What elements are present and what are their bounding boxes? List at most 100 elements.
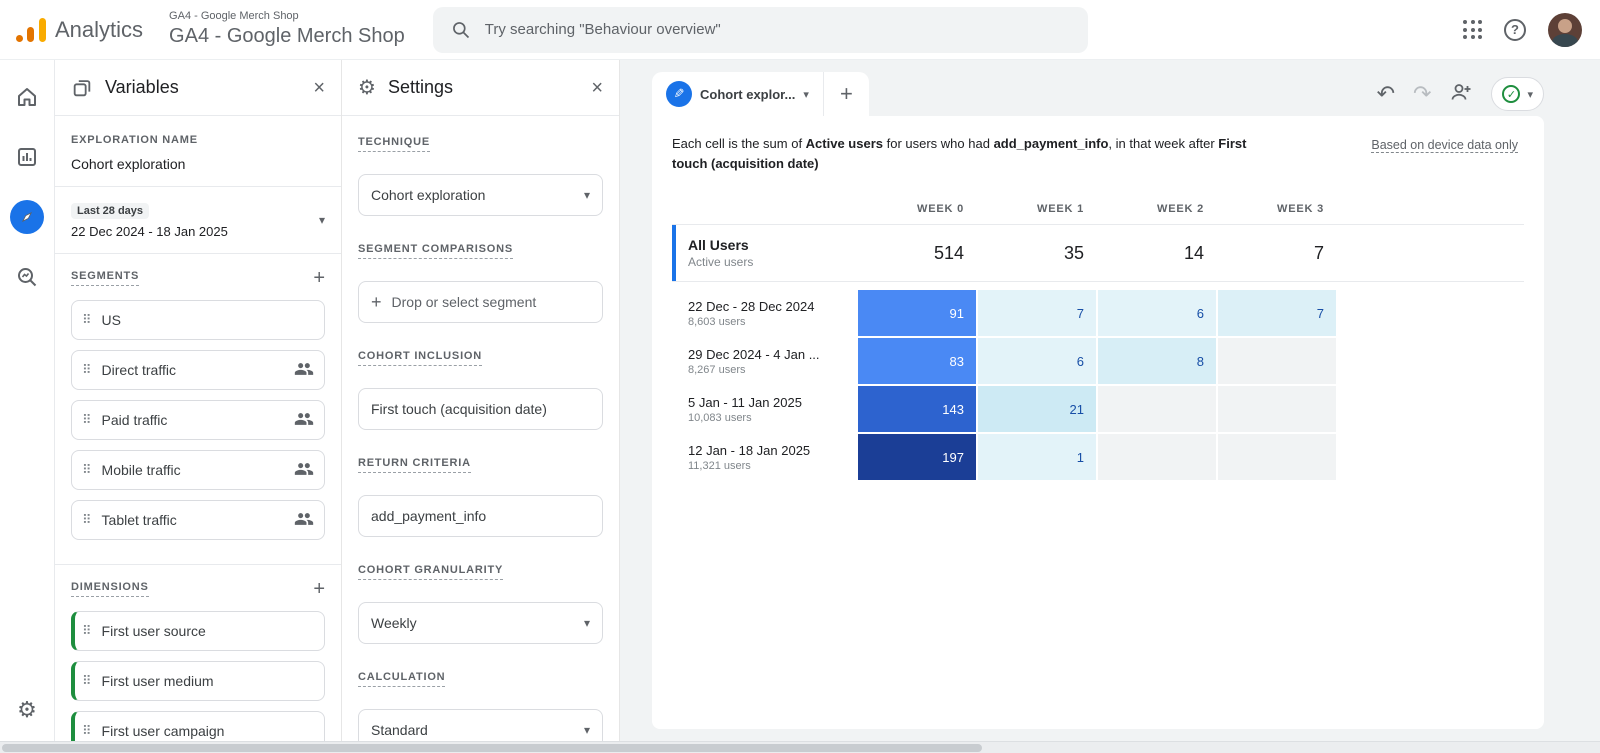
cohort-granularity-select[interactable]: Weekly ▾: [358, 602, 603, 644]
avatar[interactable]: [1548, 12, 1582, 47]
cohort-cell[interactable]: [1098, 386, 1216, 433]
cohort-cell[interactable]: [1218, 386, 1336, 433]
nav-explore[interactable]: [10, 200, 44, 234]
add-tab-button[interactable]: +: [822, 72, 869, 116]
variables-title: Variables: [105, 77, 179, 97]
cohort-cell[interactable]: 21: [978, 386, 1096, 433]
cohort-user-count: 8,603 users: [688, 315, 746, 328]
dimensions-label: DIMENSIONS: [71, 581, 149, 597]
settings-title: Settings: [387, 77, 453, 97]
dimension-chip-first-user-medium[interactable]: ⠿ First user medium: [71, 661, 325, 701]
cohort-cell[interactable]: [1218, 434, 1336, 481]
summary-value: 14: [1183, 242, 1204, 263]
undo-icon[interactable]: ↶: [1377, 81, 1395, 107]
cohort-row: 12 Jan - 18 Jan 2025 11,321 users 197 1: [672, 434, 1524, 481]
cohort-cell[interactable]: 1: [978, 434, 1096, 481]
dimension-chip-first-user-source[interactable]: ⠿ First user source: [71, 611, 325, 651]
add-dimension-button[interactable]: +: [313, 579, 325, 599]
cohort-cell[interactable]: 6: [1098, 290, 1216, 337]
cohort-row: 29 Dec 2024 - 4 Jan ... 8,267 users 83 6 8: [672, 338, 1524, 385]
status-dropdown[interactable]: ✓ ▾: [1491, 77, 1544, 111]
cohort-user-count: 10,083 users: [688, 411, 752, 424]
cohort-cell[interactable]: [1218, 338, 1336, 385]
chevron-down-icon: ▾: [803, 88, 809, 101]
return-criteria-select[interactable]: add_payment_info: [358, 495, 603, 537]
segment-label: Direct traffic: [101, 362, 176, 378]
segment-chip-direct-traffic[interactable]: ⠿ Direct traffic: [71, 350, 325, 390]
segment-chip-tablet-traffic[interactable]: ⠿ Tablet traffic: [71, 500, 325, 540]
drag-handle-icon[interactable]: ⠿: [82, 462, 92, 478]
date-range-selector[interactable]: Last 28 days 22 Dec 2024 - 18 Jan 2025 ▾: [55, 187, 341, 254]
nav-home[interactable]: [10, 80, 44, 114]
share-users-icon[interactable]: [1449, 80, 1473, 109]
data-notice-link[interactable]: Based on device data only: [1371, 138, 1518, 153]
desc-text: for users who had: [883, 136, 994, 151]
cohort-row: 22 Dec - 28 Dec 2024 8,603 users 91 7 6 7: [672, 290, 1524, 337]
chevron-down-icon: ▾: [1527, 88, 1533, 101]
week-column-header: WEEK 3: [1277, 203, 1324, 216]
cohort-inclusion-select[interactable]: First touch (acquisition date): [358, 388, 603, 430]
drag-handle-icon[interactable]: ⠿: [82, 412, 92, 428]
summary-title: All Users: [688, 237, 749, 254]
cohort-row-label: 5 Jan - 11 Jan 2025 10,083 users: [672, 386, 856, 432]
property-selector[interactable]: GA4 - Google Merch Shop GA4 - Google Mer…: [169, 10, 405, 49]
edit-pencil-icon: ✎: [666, 81, 692, 107]
cohort-cell[interactable]: 197: [858, 434, 976, 481]
cohort-row-label: 12 Jan - 18 Jan 2025 11,321 users: [672, 434, 856, 480]
scrollbar-thumb[interactable]: [2, 744, 982, 752]
segment-comparison-dropzone[interactable]: + Drop or select segment: [358, 281, 603, 323]
drag-handle-icon[interactable]: ⠿: [82, 362, 92, 378]
apps-grid-icon[interactable]: [1463, 20, 1482, 39]
tab-cohort-exploration[interactable]: ✎ Cohort explor... ▾: [652, 72, 823, 116]
tab-strip: ✎ Cohort explor... ▾ + ↶ ↷ ✓ ▾: [652, 72, 1544, 116]
nav-reports[interactable]: [10, 140, 44, 174]
add-segment-button[interactable]: +: [313, 268, 325, 288]
drag-handle-icon[interactable]: ⠿: [82, 623, 92, 639]
cohort-cell[interactable]: 91: [858, 290, 976, 337]
redo-icon[interactable]: ↷: [1413, 81, 1431, 107]
search-bar[interactable]: [432, 6, 1088, 53]
cohort-cell[interactable]: 83: [858, 338, 976, 385]
segment-chip-us[interactable]: ⠿ US: [71, 300, 325, 340]
people-icon: [294, 459, 314, 482]
chevron-down-icon: ▾: [583, 188, 590, 202]
summary-label: All Users Active users: [672, 225, 856, 282]
cohort-date-range: 22 Dec - 28 Dec 2024: [688, 298, 815, 314]
nav-admin[interactable]: ⚙: [10, 693, 44, 727]
cohort-cell[interactable]: 7: [1218, 290, 1336, 337]
exploration-name-value[interactable]: Cohort exploration: [71, 156, 325, 172]
cohort-cell[interactable]: 7: [978, 290, 1096, 337]
date-range-value: 22 Dec 2024 - 18 Jan 2025: [71, 224, 228, 239]
week-column-header: WEEK 2: [1157, 203, 1204, 216]
summary-subtitle: Active users: [688, 255, 754, 270]
technique-select[interactable]: Cohort exploration ▾: [358, 174, 603, 216]
drag-handle-icon[interactable]: ⠿: [82, 723, 92, 739]
close-icon[interactable]: ×: [313, 78, 325, 98]
cohort-user-count: 8,267 users: [688, 363, 746, 376]
nav-rail: ⚙: [0, 60, 55, 753]
cohort-cell[interactable]: 143: [858, 386, 976, 433]
cohort-cell[interactable]: 8: [1098, 338, 1216, 385]
summary-value: 7: [1313, 242, 1324, 263]
close-icon[interactable]: ×: [591, 78, 603, 98]
desc-text: Each cell is the sum of: [672, 136, 806, 151]
horizontal-scrollbar[interactable]: [0, 741, 1600, 753]
cohort-cell[interactable]: 6: [978, 338, 1096, 385]
calculation-value: Standard: [371, 722, 428, 738]
cohort-date-range: 5 Jan - 11 Jan 2025: [688, 394, 802, 410]
cohort-cell[interactable]: [1098, 434, 1216, 481]
nav-advertising[interactable]: [10, 260, 44, 294]
drag-handle-icon[interactable]: ⠿: [82, 512, 92, 528]
segment-chip-mobile-traffic[interactable]: ⠿ Mobile traffic: [71, 450, 325, 490]
drag-handle-icon[interactable]: ⠿: [82, 673, 92, 689]
chevron-down-icon: ▾: [318, 213, 325, 227]
search-icon: [452, 21, 469, 38]
segment-chip-paid-traffic[interactable]: ⠿ Paid traffic: [71, 400, 325, 440]
dimension-label: First user campaign: [101, 723, 225, 739]
cohort-header-row: WEEK 0 WEEK 1 WEEK 2 WEEK 3: [672, 194, 1524, 224]
analytics-logo[interactable]: Analytics: [16, 17, 143, 43]
drag-handle-icon[interactable]: ⠿: [82, 312, 92, 328]
search-input[interactable]: [484, 21, 1070, 38]
cohort-date-range: 29 Dec 2024 - 4 Jan ...: [688, 346, 820, 362]
help-icon[interactable]: ?: [1504, 18, 1526, 41]
